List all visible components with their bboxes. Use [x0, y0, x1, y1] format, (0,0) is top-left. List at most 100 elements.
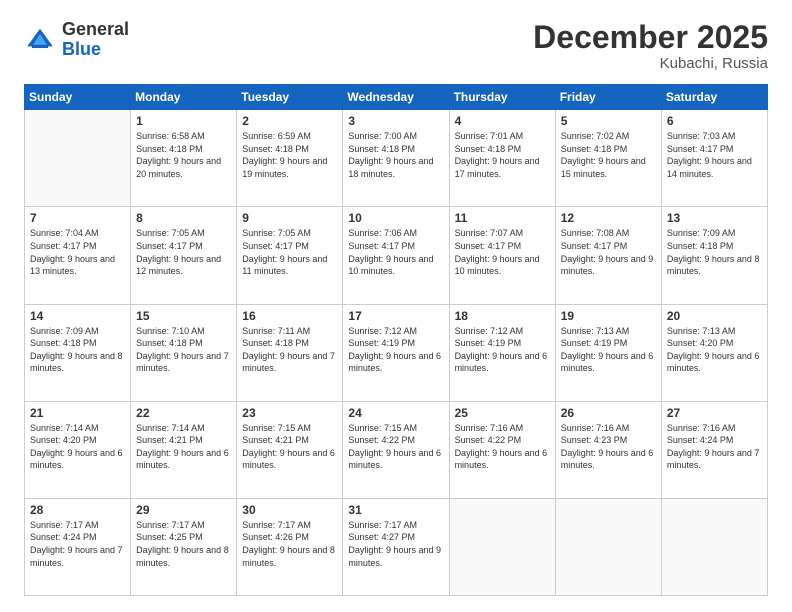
calendar-week-5: 28 Sunrise: 7:17 AMSunset: 4:24 PMDayligh… — [25, 498, 768, 595]
logo-text: General Blue — [62, 20, 129, 60]
day-info: Sunrise: 7:13 AMSunset: 4:20 PMDaylight:… — [667, 325, 762, 375]
table-row: 19 Sunrise: 7:13 AMSunset: 4:19 PMDayligh… — [555, 304, 661, 401]
table-row: 20 Sunrise: 7:13 AMSunset: 4:20 PMDayligh… — [661, 304, 767, 401]
calendar-week-2: 7 Sunrise: 7:04 AMSunset: 4:17 PMDaylight… — [25, 207, 768, 304]
day-info: Sunrise: 7:05 AMSunset: 4:17 PMDaylight:… — [136, 227, 231, 277]
table-row: 13 Sunrise: 7:09 AMSunset: 4:18 PMDayligh… — [661, 207, 767, 304]
day-info: Sunrise: 7:16 AMSunset: 4:24 PMDaylight:… — [667, 422, 762, 472]
table-row: 14 Sunrise: 7:09 AMSunset: 4:18 PMDayligh… — [25, 304, 131, 401]
logo-general: General — [62, 19, 129, 39]
day-number: 16 — [242, 309, 337, 323]
logo-icon — [24, 24, 56, 56]
day-info: Sunrise: 7:17 AMSunset: 4:25 PMDaylight:… — [136, 519, 231, 569]
day-info: Sunrise: 7:12 AMSunset: 4:19 PMDaylight:… — [348, 325, 443, 375]
day-info: Sunrise: 7:14 AMSunset: 4:21 PMDaylight:… — [136, 422, 231, 472]
day-info: Sunrise: 7:09 AMSunset: 4:18 PMDaylight:… — [30, 325, 125, 375]
table-row: 5Sunrise: 7:02 AMSunset: 4:18 PMDaylight… — [555, 110, 661, 207]
table-row: 25Sunrise: 7:16 AMSunset: 4:22 PMDayligh… — [449, 401, 555, 498]
table-row: 17 Sunrise: 7:12 AMSunset: 4:19 PMDayligh… — [343, 304, 449, 401]
day-number: 22 — [136, 406, 231, 420]
day-info: Sunrise: 7:15 AMSunset: 4:22 PMDaylight:… — [348, 422, 443, 472]
day-number: 24 — [348, 406, 443, 420]
table-row: 8 Sunrise: 7:05 AMSunset: 4:17 PMDaylight… — [131, 207, 237, 304]
day-number: 12 — [561, 211, 656, 225]
day-number: 9 — [242, 211, 337, 225]
day-number: 27 — [667, 406, 762, 420]
calendar-table: Sunday Monday Tuesday Wednesday Thursday… — [24, 84, 768, 596]
header: General Blue December 2025 Kubachi, Russ… — [24, 20, 768, 72]
day-info: Sunrise: 7:06 AMSunset: 4:17 PMDaylight:… — [348, 227, 443, 277]
day-info: Sunrise: 7:05 AMSunset: 4:17 PMDaylight:… — [242, 227, 337, 277]
day-number: 14 — [30, 309, 125, 323]
day-number: 19 — [561, 309, 656, 323]
day-number: 8 — [136, 211, 231, 225]
title-block: December 2025 Kubachi, Russia — [533, 20, 768, 72]
calendar-week-4: 21 Sunrise: 7:14 AMSunset: 4:20 PMDayligh… — [25, 401, 768, 498]
table-row: 24 Sunrise: 7:15 AMSunset: 4:22 PMDayligh… — [343, 401, 449, 498]
table-row: 4Sunrise: 7:01 AMSunset: 4:18 PMDaylight… — [449, 110, 555, 207]
day-info: Sunrise: 7:16 AMSunset: 4:23 PMDaylight:… — [561, 422, 656, 472]
logo-blue: Blue — [62, 39, 101, 59]
day-number: 11 — [455, 211, 550, 225]
day-number: 18 — [455, 309, 550, 323]
day-number: 28 — [30, 503, 125, 517]
day-info: Sunrise: 7:00 AMSunset: 4:18 PMDaylight:… — [348, 130, 443, 180]
calendar-week-3: 14 Sunrise: 7:09 AMSunset: 4:18 PMDayligh… — [25, 304, 768, 401]
table-row: 7 Sunrise: 7:04 AMSunset: 4:17 PMDaylight… — [25, 207, 131, 304]
day-info: Sunrise: 7:16 AMSunset: 4:22 PMDaylight:… — [455, 422, 550, 472]
table-row: 2Sunrise: 6:59 AMSunset: 4:18 PMDaylight… — [237, 110, 343, 207]
page: General Blue December 2025 Kubachi, Russ… — [0, 0, 792, 612]
day-info: Sunrise: 7:09 AMSunset: 4:18 PMDaylight:… — [667, 227, 762, 277]
table-row: 18 Sunrise: 7:12 AMSunset: 4:19 PMDayligh… — [449, 304, 555, 401]
header-wednesday: Wednesday — [343, 85, 449, 110]
table-row: 6 Sunrise: 7:03 AMSunset: 4:17 PMDaylight… — [661, 110, 767, 207]
day-info: Sunrise: 7:10 AMSunset: 4:18 PMDaylight:… — [136, 325, 231, 375]
day-number: 23 — [242, 406, 337, 420]
table-row: 3 Sunrise: 7:00 AMSunset: 4:18 PMDaylight… — [343, 110, 449, 207]
header-thursday: Thursday — [449, 85, 555, 110]
day-info: Sunrise: 7:17 AMSunset: 4:24 PMDaylight:… — [30, 519, 125, 569]
day-number: 3 — [348, 114, 443, 128]
day-number: 29 — [136, 503, 231, 517]
table-row — [661, 498, 767, 595]
day-number: 17 — [348, 309, 443, 323]
day-number: 20 — [667, 309, 762, 323]
table-row: 23 Sunrise: 7:15 AMSunset: 4:21 PMDayligh… — [237, 401, 343, 498]
day-info: Sunrise: 7:17 AMSunset: 4:27 PMDaylight:… — [348, 519, 443, 569]
table-row: 27 Sunrise: 7:16 AMSunset: 4:24 PMDayligh… — [661, 401, 767, 498]
day-number: 13 — [667, 211, 762, 225]
header-monday: Monday — [131, 85, 237, 110]
day-info: Sunrise: 7:04 AMSunset: 4:17 PMDaylight:… — [30, 227, 125, 277]
day-number: 21 — [30, 406, 125, 420]
day-info: Sunrise: 7:15 AMSunset: 4:21 PMDaylight:… — [242, 422, 337, 472]
table-row: 31Sunrise: 7:17 AMSunset: 4:27 PMDayligh… — [343, 498, 449, 595]
day-number: 2 — [242, 114, 337, 128]
day-number: 7 — [30, 211, 125, 225]
weekday-header-row: Sunday Monday Tuesday Wednesday Thursday… — [25, 85, 768, 110]
table-row: 28 Sunrise: 7:17 AMSunset: 4:24 PMDayligh… — [25, 498, 131, 595]
day-info: Sunrise: 7:17 AMSunset: 4:26 PMDaylight:… — [242, 519, 337, 569]
day-info: Sunrise: 7:14 AMSunset: 4:20 PMDaylight:… — [30, 422, 125, 472]
table-row: 1Sunrise: 6:58 AMSunset: 4:18 PMDaylight… — [131, 110, 237, 207]
table-row — [555, 498, 661, 595]
day-number: 6 — [667, 114, 762, 128]
table-row: 11Sunrise: 7:07 AMSunset: 4:17 PMDayligh… — [449, 207, 555, 304]
table-row: 30 Sunrise: 7:17 AMSunset: 4:26 PMDayligh… — [237, 498, 343, 595]
table-row — [25, 110, 131, 207]
day-number: 15 — [136, 309, 231, 323]
day-info: Sunrise: 7:03 AMSunset: 4:17 PMDaylight:… — [667, 130, 762, 180]
header-sunday: Sunday — [25, 85, 131, 110]
location: Kubachi, Russia — [533, 55, 768, 72]
day-number: 10 — [348, 211, 443, 225]
table-row: 29 Sunrise: 7:17 AMSunset: 4:25 PMDayligh… — [131, 498, 237, 595]
table-row: 10 Sunrise: 7:06 AMSunset: 4:17 PMDayligh… — [343, 207, 449, 304]
day-number: 30 — [242, 503, 337, 517]
table-row: 12Sunrise: 7:08 AMSunset: 4:17 PMDayligh… — [555, 207, 661, 304]
day-number: 5 — [561, 114, 656, 128]
day-info: Sunrise: 7:12 AMSunset: 4:19 PMDaylight:… — [455, 325, 550, 375]
table-row: 15 Sunrise: 7:10 AMSunset: 4:18 PMDayligh… — [131, 304, 237, 401]
table-row: 9 Sunrise: 7:05 AMSunset: 4:17 PMDaylight… — [237, 207, 343, 304]
day-number: 4 — [455, 114, 550, 128]
day-number: 1 — [136, 114, 231, 128]
day-info: Sunrise: 7:13 AMSunset: 4:19 PMDaylight:… — [561, 325, 656, 375]
